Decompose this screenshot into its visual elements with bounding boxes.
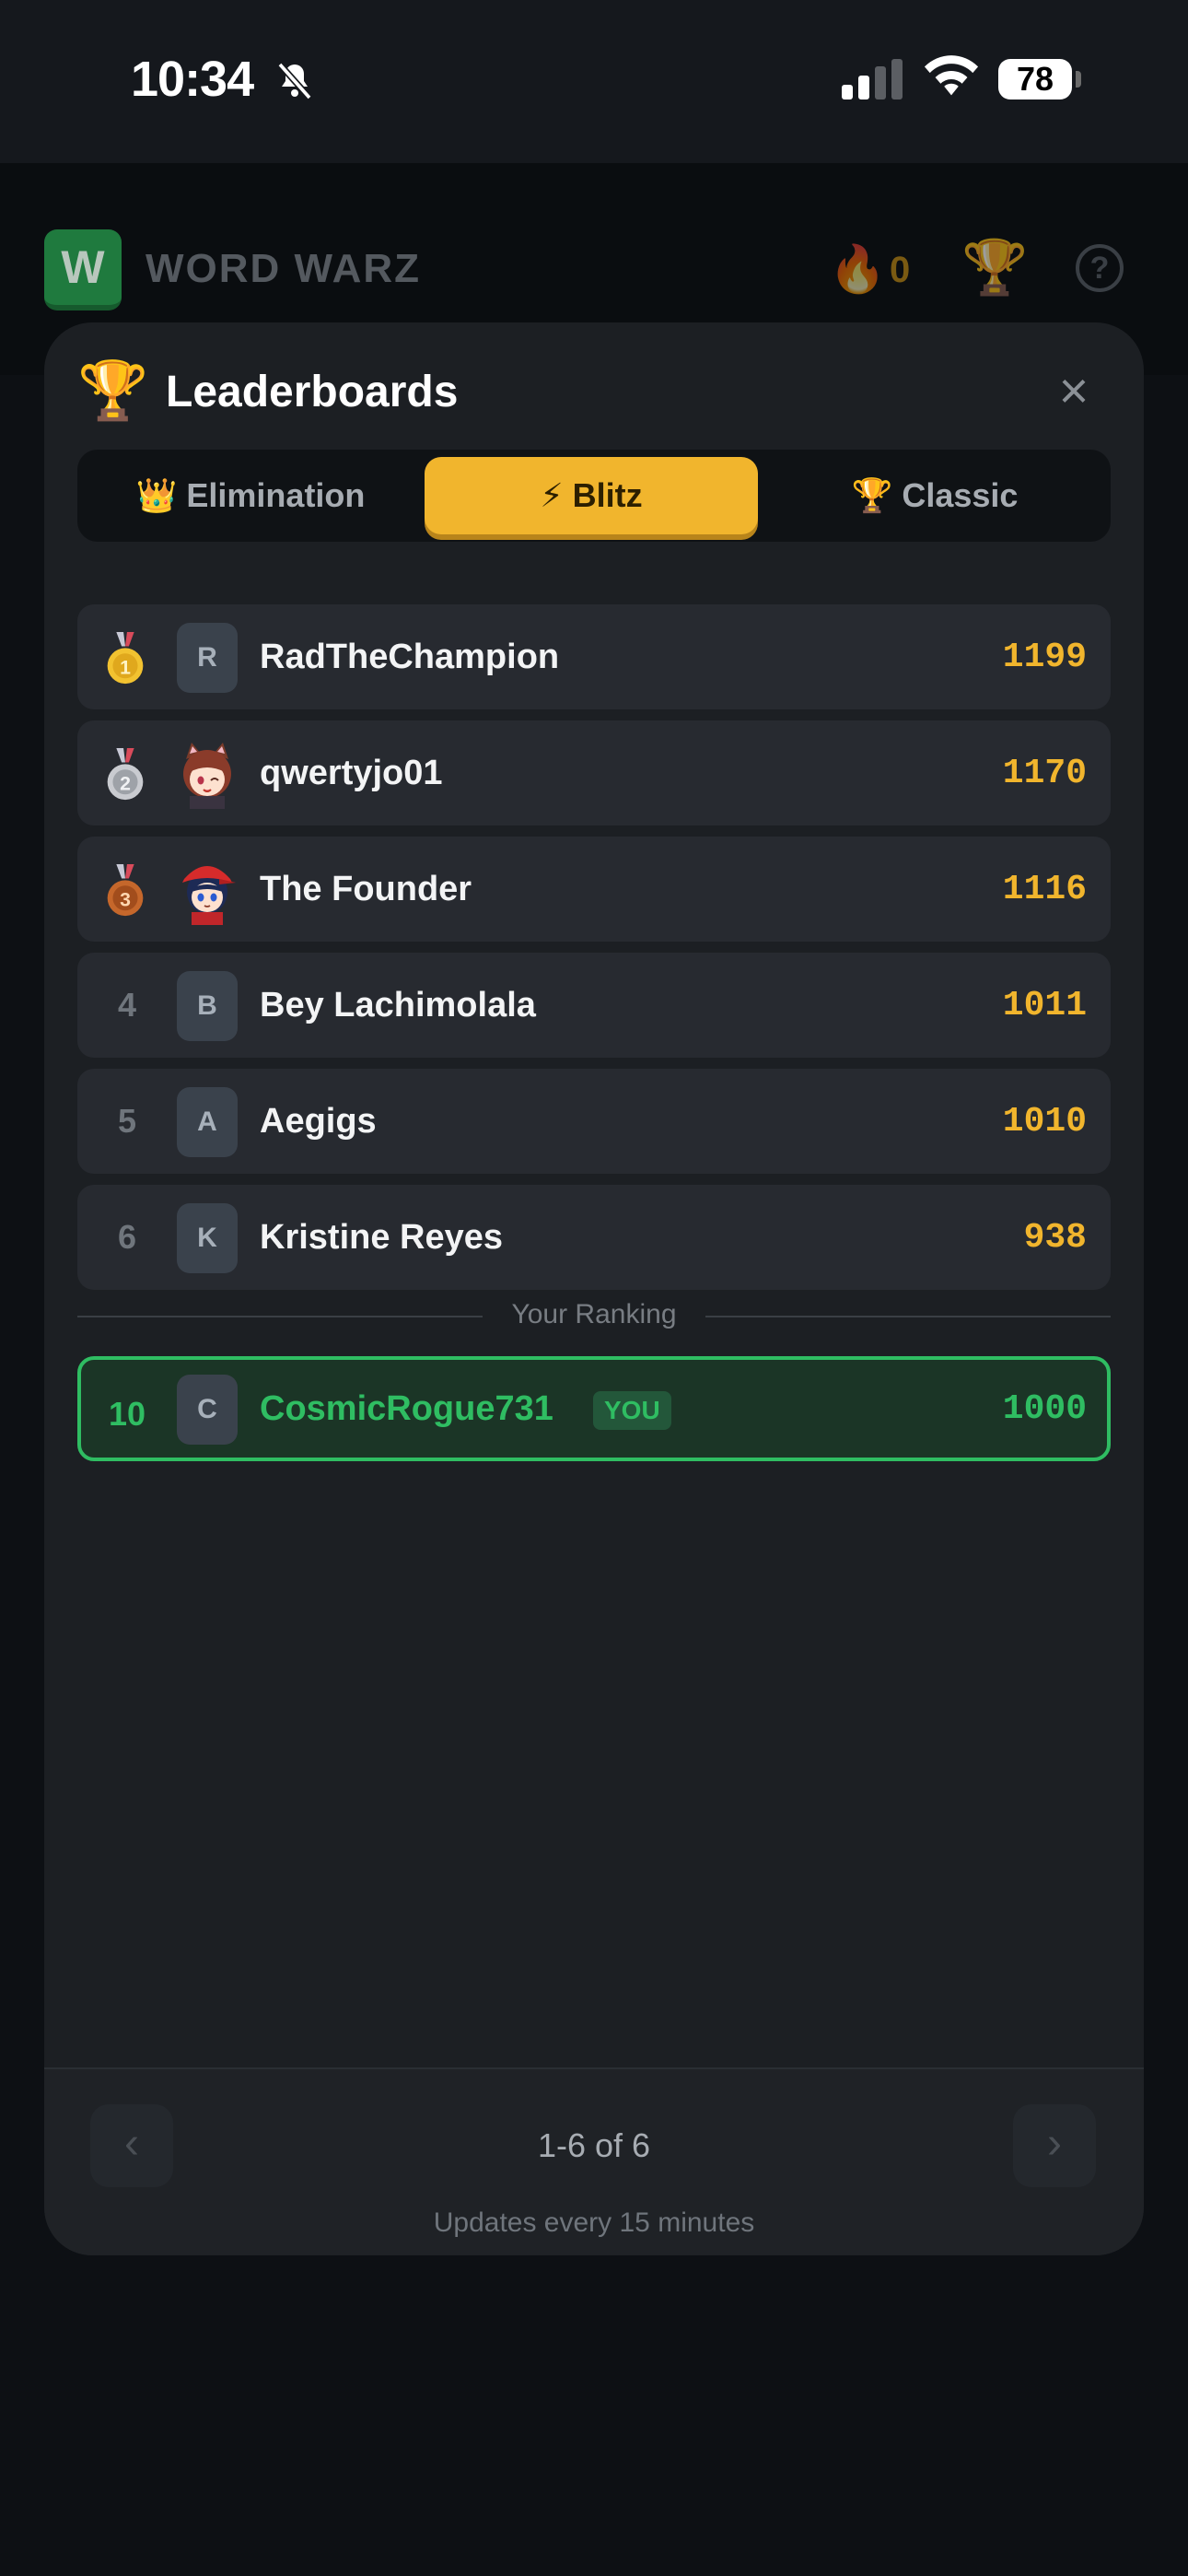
modal-title: Leaderboards — [166, 368, 459, 416]
leaderboard-list: 1 R RadTheChampion 1199 2 qwertyjo01 117… — [77, 604, 1111, 1301]
battery-cap — [1076, 71, 1081, 88]
battery-icon: 78 — [998, 59, 1072, 100]
fire-icon: 🔥 — [829, 243, 887, 295]
bronze-medal-icon: 3 — [107, 864, 144, 917]
avatar: A — [177, 1087, 238, 1157]
player-name: CosmicRogue731 — [260, 1389, 553, 1428]
next-page-button[interactable]: › — [1013, 2104, 1096, 2187]
player-name: The Founder — [260, 870, 472, 908]
player-name: Bey Lachimolala — [260, 986, 536, 1025]
tab-blitz[interactable]: ⚡ Blitz — [425, 457, 758, 534]
app-logo: W — [44, 229, 122, 310]
your-ranking-label: Your Ranking — [511, 1299, 677, 1329]
your-ranking-row[interactable]: 10 C CosmicRogue731 YOU 1000 — [77, 1356, 1111, 1461]
avatar: K — [177, 1203, 238, 1273]
rank-number: 6 — [117, 1218, 137, 1256]
svg-text:1: 1 — [120, 656, 131, 678]
player-name: Kristine Reyes — [260, 1218, 504, 1257]
your-ranking-divider: Your Ranking — [77, 1299, 1111, 1336]
leaderboard-row[interactable]: 1 R RadTheChampion 1199 — [77, 604, 1111, 709]
avatar: C — [177, 1375, 238, 1445]
player-score: 938 — [1023, 1218, 1087, 1258]
leaderboard-row[interactable]: 4 B Bey Lachimolala 1011 — [77, 953, 1111, 1058]
bell-muted-icon — [277, 62, 312, 100]
trophy-icon: 🏆 — [77, 359, 149, 423]
avatar — [183, 743, 231, 809]
pagination-info: 1-6 of 6 — [537, 2126, 651, 2164]
leaderboard-row[interactable]: 2 qwertyjo01 1170 — [77, 720, 1111, 825]
leaderboard-row[interactable]: 5 A Aegigs 1010 — [77, 1069, 1111, 1174]
update-note: Updates every 15 minutes — [433, 2207, 755, 2238]
rank-number: 10 — [108, 1395, 146, 1433]
rank-number: 4 — [117, 986, 137, 1024]
player-name: Aegigs — [260, 1102, 377, 1141]
player-score: 1000 — [1002, 1389, 1087, 1429]
tab-classic[interactable]: 🏆 Classic — [768, 457, 1101, 534]
svg-text:2: 2 — [120, 772, 131, 794]
you-badge: YOU — [593, 1391, 671, 1430]
streak-count: 0 — [890, 250, 911, 290]
player-score: 1011 — [1002, 986, 1087, 1025]
wifi-icon — [924, 55, 979, 96]
leaderboard-row[interactable]: 3 The Founder 1116 — [77, 837, 1111, 942]
cellular-signal-icon — [842, 59, 903, 100]
gold-medal-icon: 1 — [107, 632, 144, 685]
status-time: 10:34 — [131, 52, 254, 107]
tab-elimination[interactable]: 👑 Elimination — [85, 457, 416, 534]
mode-tabs: 👑 Elimination ⚡ Blitz 🏆 Classic — [77, 450, 1111, 542]
silver-medal-icon: 2 — [107, 748, 144, 801]
app-title: WORD WARZ — [146, 246, 422, 291]
avatar — [182, 866, 236, 925]
close-icon[interactable]: × — [1048, 365, 1100, 416]
player-score: 1199 — [1002, 638, 1087, 677]
player-score: 1170 — [1002, 754, 1087, 793]
player-score: 1116 — [1002, 870, 1087, 909]
help-icon[interactable]: ? — [1076, 244, 1124, 292]
pagination-footer: ‹ 1-6 of 6 › Updates every 15 minutes — [44, 2067, 1144, 2255]
leaderboards-modal: 🏆 Leaderboards × 👑 Elimination ⚡ Blitz 🏆… — [44, 322, 1144, 2255]
player-name: RadTheChampion — [260, 638, 560, 676]
svg-text:3: 3 — [120, 888, 131, 910]
trophy-icon[interactable]: 🏆 — [961, 237, 1028, 299]
player-name: qwertyjo01 — [260, 754, 443, 792]
avatar: B — [177, 971, 238, 1041]
leaderboard-row[interactable]: 6 K Kristine Reyes 938 — [77, 1185, 1111, 1290]
avatar: R — [177, 623, 238, 693]
rank-number: 5 — [117, 1102, 137, 1140]
player-score: 1010 — [1002, 1102, 1087, 1142]
status-bar: 10:34 78 — [0, 0, 1188, 163]
